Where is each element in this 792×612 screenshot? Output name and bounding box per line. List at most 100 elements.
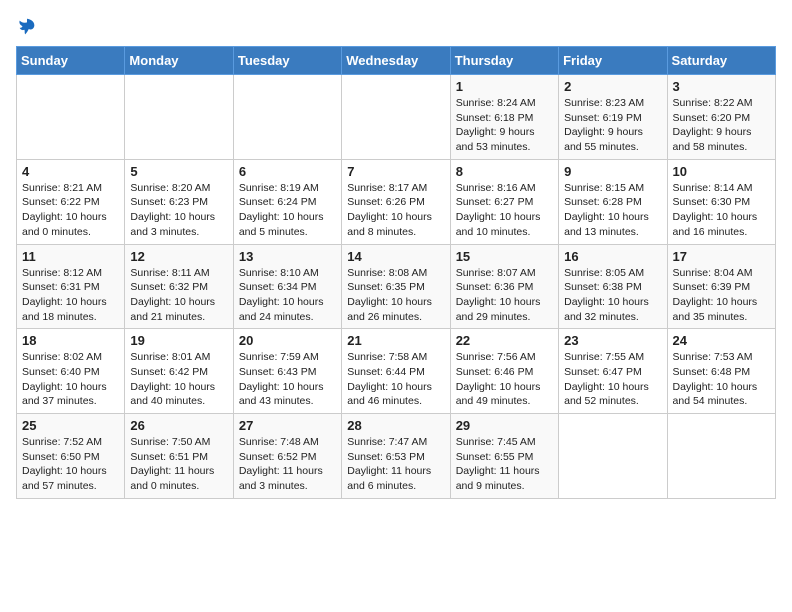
day-number: 16: [564, 249, 661, 264]
day-info: Sunrise: 7:53 AMSunset: 6:48 PMDaylight:…: [673, 350, 770, 409]
calendar-cell: [559, 414, 667, 499]
day-info: Sunrise: 8:19 AMSunset: 6:24 PMDaylight:…: [239, 181, 336, 240]
day-number: 14: [347, 249, 444, 264]
day-info: Sunrise: 7:47 AMSunset: 6:53 PMDaylight:…: [347, 435, 444, 494]
column-header-wednesday: Wednesday: [342, 47, 450, 75]
day-info: Sunrise: 7:50 AMSunset: 6:51 PMDaylight:…: [130, 435, 227, 494]
day-info: Sunrise: 8:08 AMSunset: 6:35 PMDaylight:…: [347, 266, 444, 325]
logo: [16, 16, 42, 38]
calendar-cell: 19Sunrise: 8:01 AMSunset: 6:42 PMDayligh…: [125, 329, 233, 414]
calendar-cell: 8 Sunrise: 8:16 AMSunset: 6:27 PMDaylight…: [450, 159, 558, 244]
bird-icon: [16, 16, 38, 38]
calendar-cell: 25 Sunrise: 7:52 AMSunset: 6:50 PMDayligh…: [17, 414, 125, 499]
column-header-sunday: Sunday: [17, 47, 125, 75]
calendar-cell: [233, 75, 341, 160]
day-number: 11: [22, 249, 119, 264]
day-number: 27: [239, 418, 336, 433]
day-number: 25: [22, 418, 119, 433]
day-info: Sunrise: 8:21 AMSunset: 6:22 PMDaylight:…: [22, 181, 119, 240]
column-header-monday: Monday: [125, 47, 233, 75]
calendar-cell: 5 Sunrise: 8:20 AMSunset: 6:23 PMDaylight…: [125, 159, 233, 244]
day-info: Sunrise: 7:56 AMSunset: 6:46 PMDaylight:…: [456, 350, 553, 409]
day-info: Sunrise: 8:24 AMSunset: 6:18 PMDaylight:…: [456, 96, 553, 155]
calendar-week-row: 18 Sunrise: 8:02 AMSunset: 6:40 PMDayligh…: [17, 329, 776, 414]
day-number: 6: [239, 164, 336, 179]
day-info: Sunrise: 8:07 AMSunset: 6:36 PMDaylight:…: [456, 266, 553, 325]
calendar-cell: 2 Sunrise: 8:23 AMSunset: 6:19 PMDaylight…: [559, 75, 667, 160]
calendar-cell: 1 Sunrise: 8:24 AMSunset: 6:18 PMDaylight…: [450, 75, 558, 160]
calendar-cell: 18 Sunrise: 8:02 AMSunset: 6:40 PMDayligh…: [17, 329, 125, 414]
calendar-cell: 17 Sunrise: 8:04 AMSunset: 6:39 PMDayligh…: [667, 244, 775, 329]
day-info: Sunrise: 8:20 AMSunset: 6:23 PMDaylight:…: [130, 181, 227, 240]
calendar-cell: 24 Sunrise: 7:53 AMSunset: 6:48 PMDayligh…: [667, 329, 775, 414]
day-number: 22: [456, 333, 553, 348]
calendar-week-row: 11Sunrise: 8:12 AMSunset: 6:31 PMDayligh…: [17, 244, 776, 329]
day-number: 4: [22, 164, 119, 179]
calendar-cell: [342, 75, 450, 160]
page-header: [16, 16, 776, 38]
calendar-cell: 16 Sunrise: 8:05 AMSunset: 6:38 PMDayligh…: [559, 244, 667, 329]
calendar-cell: [125, 75, 233, 160]
day-number: 17: [673, 249, 770, 264]
day-info: Sunrise: 8:05 AMSunset: 6:38 PMDaylight:…: [564, 266, 661, 325]
day-number: 12: [130, 249, 227, 264]
day-info: Sunrise: 7:48 AMSunset: 6:52 PMDaylight:…: [239, 435, 336, 494]
calendar-cell: 7 Sunrise: 8:17 AMSunset: 6:26 PMDaylight…: [342, 159, 450, 244]
day-info: Sunrise: 7:59 AMSunset: 6:43 PMDaylight:…: [239, 350, 336, 409]
calendar-cell: 9 Sunrise: 8:15 AMSunset: 6:28 PMDaylight…: [559, 159, 667, 244]
calendar-cell: 4 Sunrise: 8:21 AMSunset: 6:22 PMDaylight…: [17, 159, 125, 244]
day-number: 5: [130, 164, 227, 179]
day-number: 18: [22, 333, 119, 348]
calendar-cell: 26 Sunrise: 7:50 AMSunset: 6:51 PMDayligh…: [125, 414, 233, 499]
column-header-friday: Friday: [559, 47, 667, 75]
calendar-cell: 22 Sunrise: 7:56 AMSunset: 6:46 PMDayligh…: [450, 329, 558, 414]
day-info: Sunrise: 7:45 AMSunset: 6:55 PMDaylight:…: [456, 435, 553, 494]
day-info: Sunrise: 8:16 AMSunset: 6:27 PMDaylight:…: [456, 181, 553, 240]
day-number: 24: [673, 333, 770, 348]
day-number: 28: [347, 418, 444, 433]
calendar-cell: 14 Sunrise: 8:08 AMSunset: 6:35 PMDayligh…: [342, 244, 450, 329]
day-number: 19: [130, 333, 227, 348]
day-info: Sunrise: 8:02 AMSunset: 6:40 PMDaylight:…: [22, 350, 119, 409]
calendar-week-row: 4 Sunrise: 8:21 AMSunset: 6:22 PMDaylight…: [17, 159, 776, 244]
column-header-thursday: Thursday: [450, 47, 558, 75]
calendar-cell: 10Sunrise: 8:14 AMSunset: 6:30 PMDayligh…: [667, 159, 775, 244]
calendar-cell: 3 Sunrise: 8:22 AMSunset: 6:20 PMDaylight…: [667, 75, 775, 160]
day-info: Sunrise: 8:10 AMSunset: 6:34 PMDaylight:…: [239, 266, 336, 325]
column-header-tuesday: Tuesday: [233, 47, 341, 75]
calendar-cell: [667, 414, 775, 499]
day-number: 1: [456, 79, 553, 94]
calendar-cell: 13 Sunrise: 8:10 AMSunset: 6:34 PMDayligh…: [233, 244, 341, 329]
day-info: Sunrise: 8:23 AMSunset: 6:19 PMDaylight:…: [564, 96, 661, 155]
calendar-week-row: 25 Sunrise: 7:52 AMSunset: 6:50 PMDayligh…: [17, 414, 776, 499]
day-number: 10: [673, 164, 770, 179]
day-info: Sunrise: 8:17 AMSunset: 6:26 PMDaylight:…: [347, 181, 444, 240]
calendar-cell: 23Sunrise: 7:55 AMSunset: 6:47 PMDayligh…: [559, 329, 667, 414]
calendar-cell: 28 Sunrise: 7:47 AMSunset: 6:53 PMDayligh…: [342, 414, 450, 499]
day-number: 3: [673, 79, 770, 94]
day-number: 9: [564, 164, 661, 179]
day-number: 8: [456, 164, 553, 179]
calendar-cell: [17, 75, 125, 160]
day-info: Sunrise: 8:15 AMSunset: 6:28 PMDaylight:…: [564, 181, 661, 240]
calendar-cell: 15Sunrise: 8:07 AMSunset: 6:36 PMDayligh…: [450, 244, 558, 329]
day-info: Sunrise: 7:55 AMSunset: 6:47 PMDaylight:…: [564, 350, 661, 409]
day-number: 13: [239, 249, 336, 264]
day-number: 7: [347, 164, 444, 179]
day-info: Sunrise: 8:04 AMSunset: 6:39 PMDaylight:…: [673, 266, 770, 325]
calendar-cell: 21Sunrise: 7:58 AMSunset: 6:44 PMDayligh…: [342, 329, 450, 414]
calendar-cell: 29Sunrise: 7:45 AMSunset: 6:55 PMDayligh…: [450, 414, 558, 499]
calendar-cell: 20 Sunrise: 7:59 AMSunset: 6:43 PMDayligh…: [233, 329, 341, 414]
day-info: Sunrise: 7:52 AMSunset: 6:50 PMDaylight:…: [22, 435, 119, 494]
day-number: 20: [239, 333, 336, 348]
calendar-header-row: SundayMondayTuesdayWednesdayThursdayFrid…: [17, 47, 776, 75]
calendar-cell: 27 Sunrise: 7:48 AMSunset: 6:52 PMDayligh…: [233, 414, 341, 499]
day-info: Sunrise: 8:22 AMSunset: 6:20 PMDaylight:…: [673, 96, 770, 155]
calendar-cell: 6 Sunrise: 8:19 AMSunset: 6:24 PMDaylight…: [233, 159, 341, 244]
day-number: 2: [564, 79, 661, 94]
day-info: Sunrise: 8:11 AMSunset: 6:32 PMDaylight:…: [130, 266, 227, 325]
day-info: Sunrise: 7:58 AMSunset: 6:44 PMDaylight:…: [347, 350, 444, 409]
day-number: 26: [130, 418, 227, 433]
calendar-cell: 12 Sunrise: 8:11 AMSunset: 6:32 PMDayligh…: [125, 244, 233, 329]
calendar-table: SundayMondayTuesdayWednesdayThursdayFrid…: [16, 46, 776, 499]
